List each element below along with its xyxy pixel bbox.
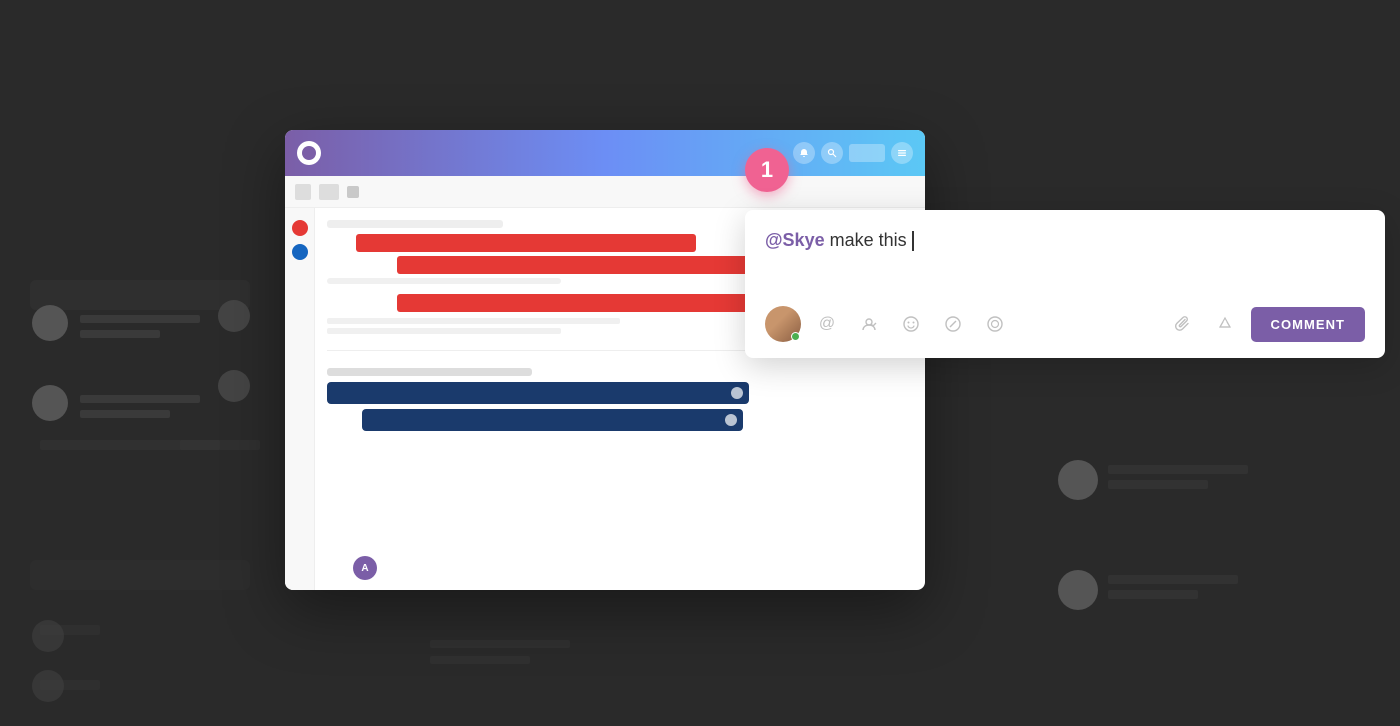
header-rect [849,144,885,162]
format-button[interactable] [937,308,969,340]
record-icon [986,315,1004,333]
comment-input-area[interactable]: @Skye make this [765,230,1365,290]
bg-avatar-right-2 [1058,570,1098,610]
assign-button[interactable] [853,308,885,340]
bottom-avatar: A [353,556,377,580]
mention-text: @Skye [765,230,825,250]
bg-text-right-4 [1108,590,1198,599]
bg-text-right-3 [1108,575,1238,584]
bg-text [80,410,170,418]
bg-element [30,280,250,310]
comment-popup[interactable]: @Skye make this @ [745,210,1385,358]
gantt-bar-red-3 [397,294,749,312]
bg-text-right [1108,465,1248,474]
bell-icon [793,142,815,164]
bg-avatar-mid [218,300,250,332]
bg-avatar [32,385,68,421]
gantt-spacer-2 [327,328,561,334]
logo-inner [302,146,316,160]
list-icon [319,184,339,200]
sidebar-dot-blue [292,244,308,260]
gantt-bar-red-1 [356,234,696,252]
header-right [793,142,913,164]
search-icon [821,142,843,164]
online-indicator [791,332,800,341]
bg-avatar-bot [32,620,64,652]
drive-icon [1216,315,1234,333]
sidebar-dot-red [292,220,308,236]
bg-avatar-mid-2 [218,370,250,402]
gantt-label-1 [327,220,503,228]
comment-text-content: make this [825,230,912,250]
toolbar-left: @ [765,306,1011,342]
drive-button[interactable] [1209,308,1241,340]
toolbar-right: COMMENT [1167,307,1365,342]
text-cursor [912,231,914,251]
bar-dot-2 [725,414,737,426]
bg-avatar-right [1058,460,1098,500]
at-mention-button[interactable]: @ [811,308,843,340]
record-button[interactable] [979,308,1011,340]
header-menu-icon [891,142,913,164]
app-card: A [285,130,925,590]
paperclip-icon [1174,315,1192,333]
format-icon [944,315,962,333]
gantt-bar-blue-1 [327,382,749,404]
bg-avatar [32,305,68,341]
app-sidebar [285,208,315,590]
gantt-bar-blue-2 [362,409,743,431]
bar-dot-1 [731,387,743,399]
gantt-label-sm [327,278,561,284]
commenter-avatar-container [765,306,801,342]
emoji-button[interactable] [895,308,927,340]
bg-text [430,640,570,648]
notification-badge: 1 [745,148,789,192]
at-icon: @ [819,315,835,333]
comment-submit-button[interactable]: COMMENT [1251,307,1365,342]
gantt-label-blue [327,368,532,376]
header-left [297,141,321,165]
emoji-icon [902,315,920,333]
bg-text [80,315,200,323]
bg-element-2 [30,560,250,590]
assign-icon [860,315,878,333]
attach-button[interactable] [1167,308,1199,340]
add-icon [347,186,359,198]
bg-label-2 [180,440,260,450]
bg-text [80,395,200,403]
bg-text-right-2 [1108,480,1208,489]
grid-icon [295,184,311,200]
bg-text [430,656,530,664]
app-header [285,130,925,176]
bg-avatar-bot-2 [32,670,64,702]
app-logo [297,141,321,165]
comment-toolbar: @ [765,306,1365,342]
gantt-spacer-1 [327,318,620,324]
bg-text [80,330,160,338]
app-toolbar [285,176,925,208]
